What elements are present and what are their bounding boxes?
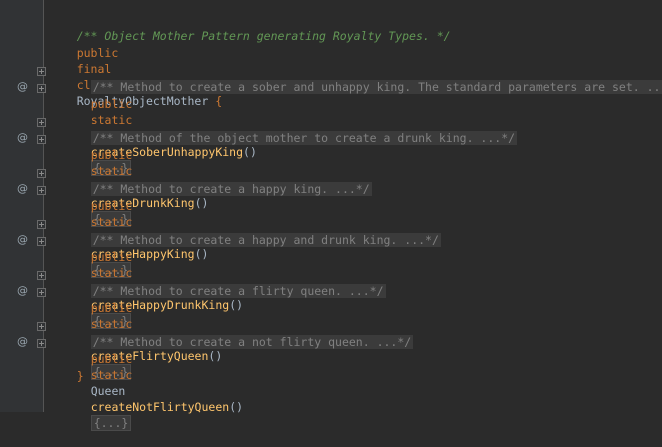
method-parens: () — [194, 247, 209, 261]
method-doc-comment[interactable]: /** Method of the object mother to creat… — [63, 114, 518, 145]
fold-expand-icon[interactable] — [37, 271, 46, 280]
folded-method-body[interactable]: {...} — [90, 415, 132, 431]
method-parens: () — [194, 196, 209, 210]
class-open-brace: { — [208, 94, 223, 108]
class-declaration: public final class RoyaltyObjectMother { — [49, 29, 222, 108]
modifier-public: public — [90, 301, 133, 315]
modifier-public: public — [90, 148, 133, 162]
override-icon[interactable]: @ — [17, 334, 28, 350]
method-doc-comment[interactable]: /** Method to create a not flirty queen.… — [63, 318, 414, 349]
fold-expand-icon[interactable] — [37, 186, 46, 195]
modifier-public: public — [90, 352, 133, 366]
method-doc-comment[interactable]: /** Method to create a flirty queen. ...… — [63, 267, 386, 298]
fold-expand-icon[interactable] — [37, 67, 46, 76]
method-declaration: public static Queen createFlirtyQueen() … — [63, 284, 222, 380]
method-declaration: public static Queen createNotFlirtyQueen… — [63, 335, 243, 431]
method-declaration: public static King createHappyDrunkKing(… — [63, 233, 243, 329]
modifier-public: public — [90, 97, 133, 111]
class-close-brace: } — [49, 352, 84, 383]
override-icon[interactable]: @ — [17, 232, 28, 248]
method-parens: () — [229, 298, 244, 312]
method-declaration: public static King createHappyKing() {..… — [63, 182, 208, 278]
method-doc-comment[interactable]: /** Method to create a sober and unhappy… — [63, 63, 662, 94]
method-doc-comment[interactable]: /** Method to create a happy and drunk k… — [63, 216, 441, 247]
override-icon[interactable]: @ — [17, 181, 28, 197]
method-doc-comment[interactable]: /** Method to create a happy king. ...*/ — [63, 165, 372, 196]
modifier-static: static — [90, 368, 133, 382]
modifier-public: public — [76, 46, 119, 60]
fold-expand-icon[interactable] — [37, 237, 46, 246]
method-parens: () — [243, 145, 257, 159]
return-type[interactable]: Queen — [91, 384, 126, 398]
method-declaration: public static King createDrunkKing() {..… — [63, 131, 208, 227]
method-parens: () — [208, 349, 223, 363]
method-declaration: public static King createSoberUnhappyKin… — [63, 80, 257, 176]
modifier-public: public — [90, 199, 133, 213]
fold-expand-icon[interactable] — [37, 322, 46, 331]
closing-brace: } — [76, 369, 84, 383]
fold-expand-icon[interactable] — [37, 339, 46, 348]
gutter — [0, 0, 43, 412]
override-icon[interactable]: @ — [17, 283, 28, 299]
fold-expand-icon[interactable] — [37, 220, 46, 229]
code-editor[interactable]: /** Object Mother Pattern generating Roy… — [44, 0, 662, 431]
override-icon[interactable]: @ — [17, 79, 28, 95]
fold-expand-icon[interactable] — [37, 135, 46, 144]
override-icon[interactable]: @ — [17, 130, 28, 146]
fold-expand-icon[interactable] — [37, 288, 46, 297]
fold-expand-icon[interactable] — [37, 169, 46, 178]
class-doc-comment: /** Object Mother Pattern generating Roy… — [49, 12, 451, 43]
modifier-public: public — [90, 250, 133, 264]
fold-expand-icon[interactable] — [37, 118, 46, 127]
fold-expand-icon[interactable] — [37, 84, 46, 93]
